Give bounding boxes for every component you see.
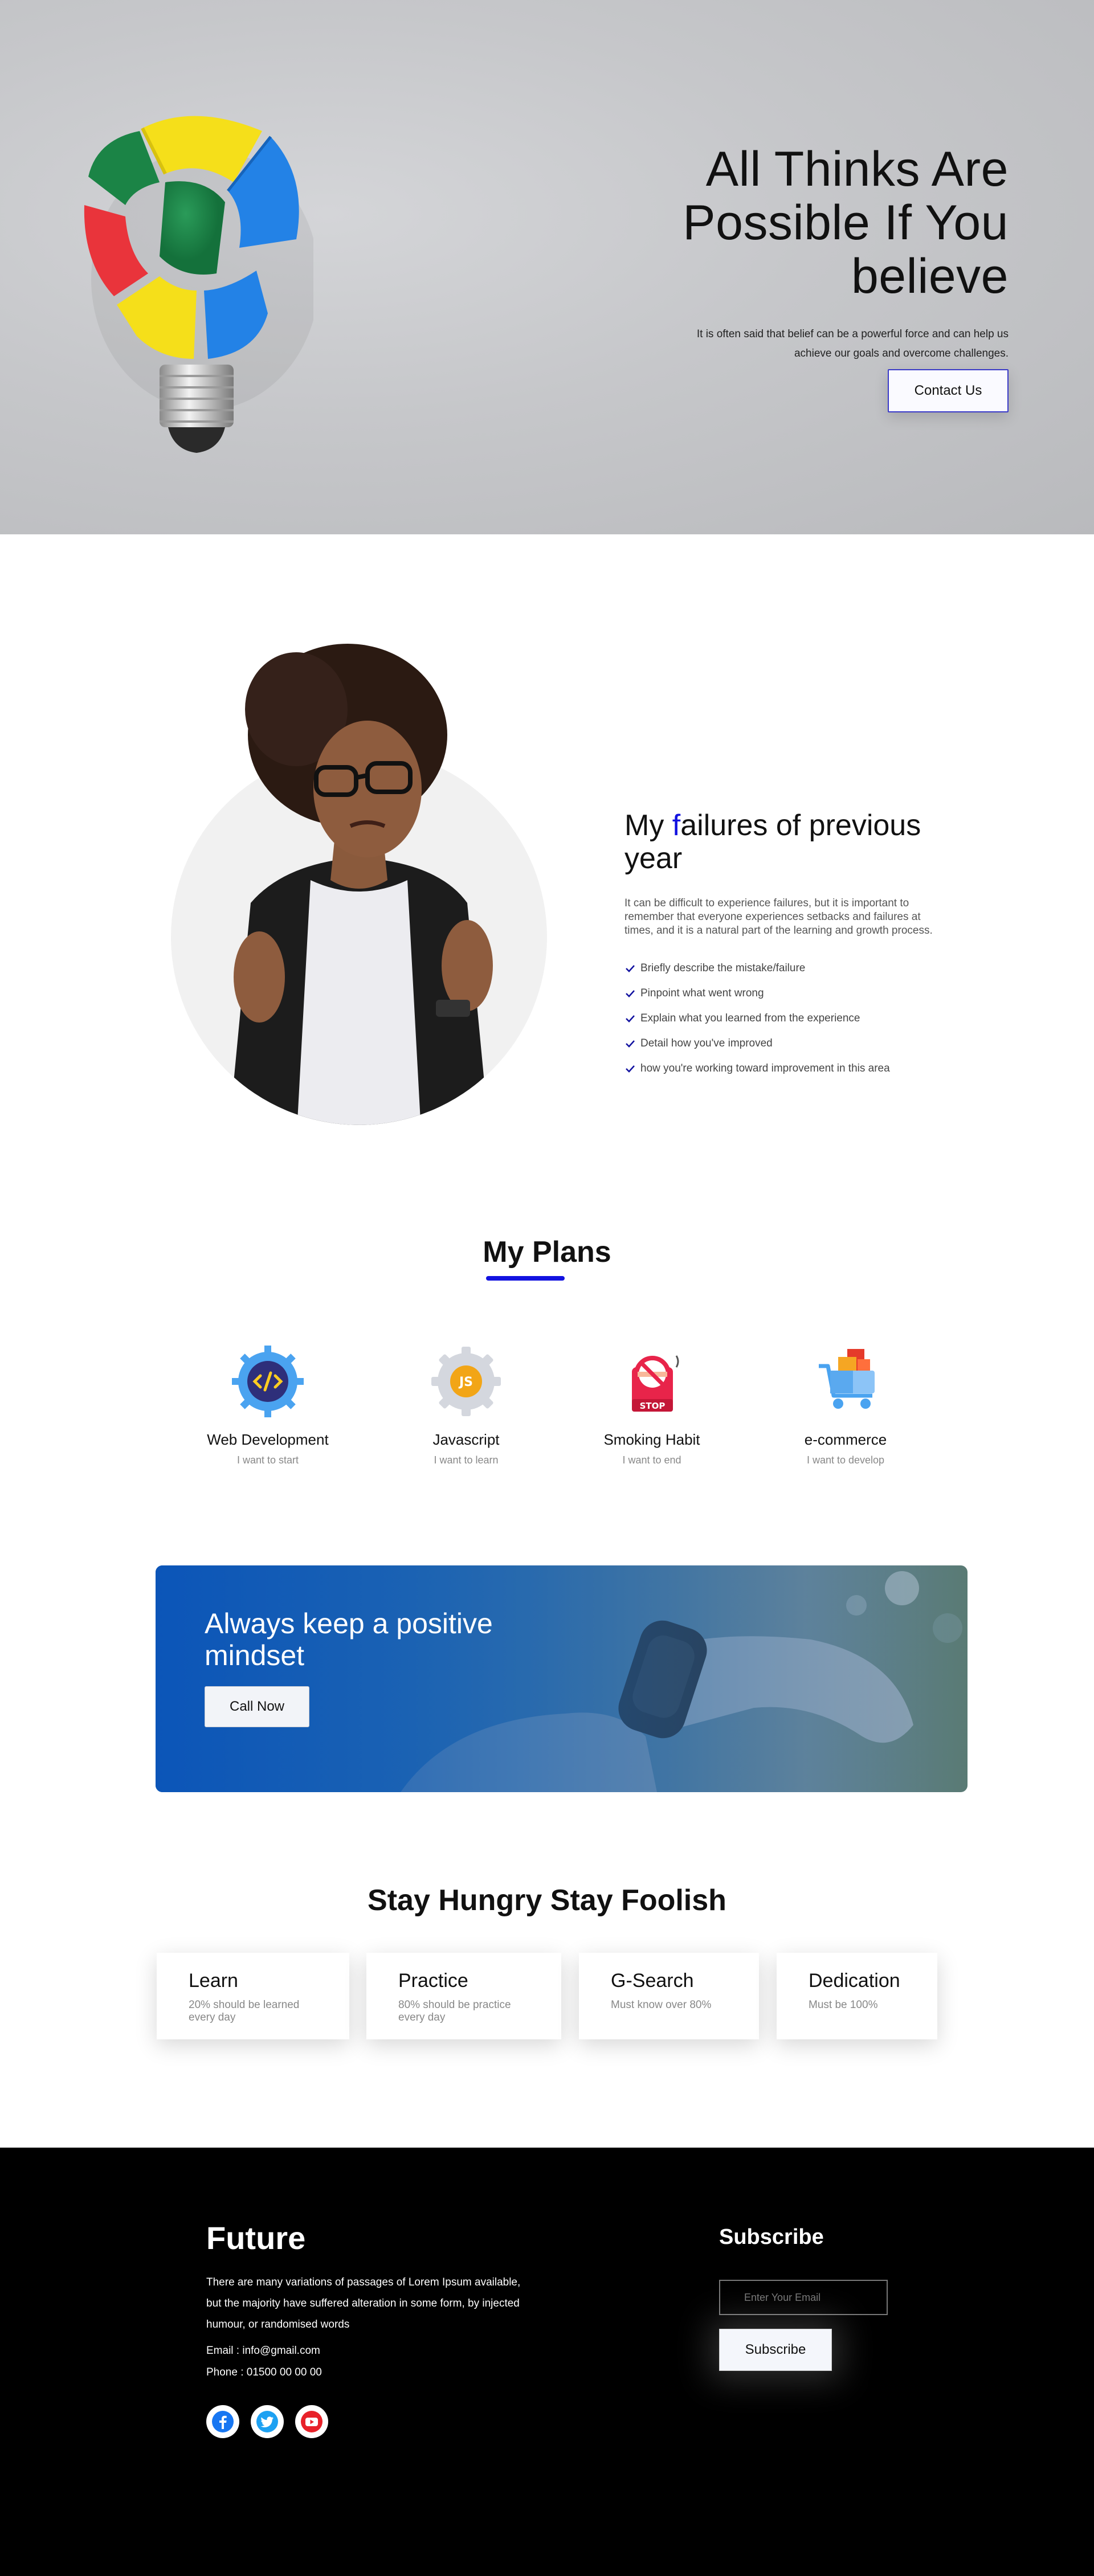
plan-item-smoking-habit: STOP Smoking Habit I want to end — [566, 1344, 737, 1466]
twitter-icon[interactable] — [251, 2405, 284, 2438]
plan-item-javascript: JS Javascript I want to learn — [381, 1344, 552, 1466]
check-icon — [626, 1065, 635, 1073]
list-item: Detail how you've improved — [624, 1031, 978, 1056]
list-item-label: how you're working toward improvement in… — [640, 1062, 890, 1074]
svg-text:JS: JS — [458, 1375, 473, 1389]
plan-note: I want to end — [622, 1454, 681, 1466]
list-item: Explain what you learned from the experi… — [624, 1006, 978, 1031]
plan-name: Web Development — [207, 1431, 329, 1448]
social-links — [206, 2405, 328, 2438]
youtube-icon[interactable] — [295, 2405, 328, 2438]
title-accent-letter: f — [672, 809, 681, 842]
plan-name: Javascript — [432, 1431, 500, 1448]
card-text: Must know over 80% — [611, 1999, 712, 2011]
hero-title: All Thinks Are Possible If You believe — [683, 142, 1009, 304]
smartwatch-hands-image — [156, 1565, 968, 1792]
subscribe-button[interactable]: Subscribe — [719, 2329, 832, 2371]
check-icon — [626, 965, 635, 972]
email-field[interactable] — [719, 2280, 888, 2315]
card-practice: Practice 80% should be practice every da… — [366, 1953, 561, 2039]
footer-email: Email : info@gmail.com — [206, 2345, 320, 2357]
footer-brand: Future — [206, 2220, 306, 2256]
card-g-search: G-Search Must know over 80% — [579, 1953, 759, 2039]
failures-description: It can be difficult to experience failur… — [624, 897, 933, 937]
footer-description: There are many variations of passages of… — [206, 2276, 521, 2330]
plans-title: My Plans — [483, 1236, 611, 1269]
positive-mindset-banner: Always keep a positive mindset Call Now — [156, 1565, 968, 1792]
puzzle-lightbulb-image — [84, 116, 313, 453]
banner-title: Always keep a positive mindset — [205, 1608, 493, 1671]
card-text: Must be 100% — [809, 1999, 878, 2011]
list-item-label: Pinpoint what went wrong — [640, 987, 764, 999]
card-title: Learn — [189, 1970, 238, 1992]
list-item: Briefly describe the mistake/failure — [624, 956, 978, 981]
list-item: how you're working toward improvement in… — [624, 1056, 978, 1081]
call-now-button[interactable]: Call Now — [205, 1686, 309, 1727]
failures-checklist: Briefly describe the mistake/failure Pin… — [624, 956, 978, 1081]
js-gear-icon: JS — [431, 1347, 501, 1416]
hero-text-block: All Thinks Are Possible If You believe I… — [575, 142, 1009, 412]
card-title: Practice — [398, 1970, 468, 1992]
contact-us-button[interactable]: Contact Us — [888, 369, 1009, 412]
card-title: G-Search — [611, 1970, 694, 1992]
woman-portrait-image — [171, 644, 547, 1125]
footer-phone: Phone : 01500 00 00 00 — [206, 2366, 322, 2378]
code-gear-icon — [232, 1346, 304, 1417]
plan-name: Smoking Habit — [603, 1431, 700, 1448]
plans-title-underline — [486, 1276, 565, 1281]
plan-name: e-commerce — [804, 1431, 887, 1448]
check-icon — [626, 1040, 635, 1048]
svg-text:STOP: STOP — [640, 1401, 666, 1411]
list-item-label: Detail how you've improved — [640, 1037, 773, 1049]
plan-item-e-commerce: e-commerce I want to develop — [760, 1344, 931, 1466]
list-item-label: Explain what you learned from the experi… — [640, 1012, 860, 1024]
stay-hungry-title: Stay Hungry Stay Foolish — [368, 1884, 726, 1917]
no-smoking-icon: STOP — [632, 1355, 679, 1412]
hero-subtitle: It is often said that belief can be a po… — [696, 328, 1009, 359]
check-icon — [626, 1015, 635, 1023]
hero-section: All Thinks Are Possible If You believe I… — [0, 0, 1094, 534]
check-icon — [626, 990, 635, 997]
footer: Future There are many variations of pass… — [0, 2148, 1094, 2576]
subscribe-title: Subscribe — [719, 2225, 824, 2249]
card-text: 80% should be practice every day — [398, 1999, 511, 2023]
failures-section: My failures of previous year It can be d… — [624, 809, 978, 1081]
failures-title: My failures of previous year — [624, 809, 978, 875]
card-text: 20% should be learned every day — [189, 1999, 300, 2023]
list-item: Pinpoint what went wrong — [624, 981, 978, 1006]
card-learn: Learn 20% should be learned every day — [157, 1953, 349, 2039]
plan-note: I want to learn — [434, 1454, 499, 1466]
plan-note: I want to start — [236, 1454, 299, 1466]
card-title: Dedication — [809, 1970, 900, 1992]
facebook-icon[interactable] — [206, 2405, 239, 2438]
shopping-cart-icon — [819, 1349, 875, 1409]
card-dedication: Dedication Must be 100% — [777, 1953, 937, 2039]
title-prefix: My — [624, 809, 672, 842]
plan-note: I want to develop — [806, 1454, 885, 1466]
plan-item-web-development: Web Development I want to start — [182, 1344, 353, 1466]
list-item-label: Briefly describe the mistake/failure — [640, 962, 806, 974]
